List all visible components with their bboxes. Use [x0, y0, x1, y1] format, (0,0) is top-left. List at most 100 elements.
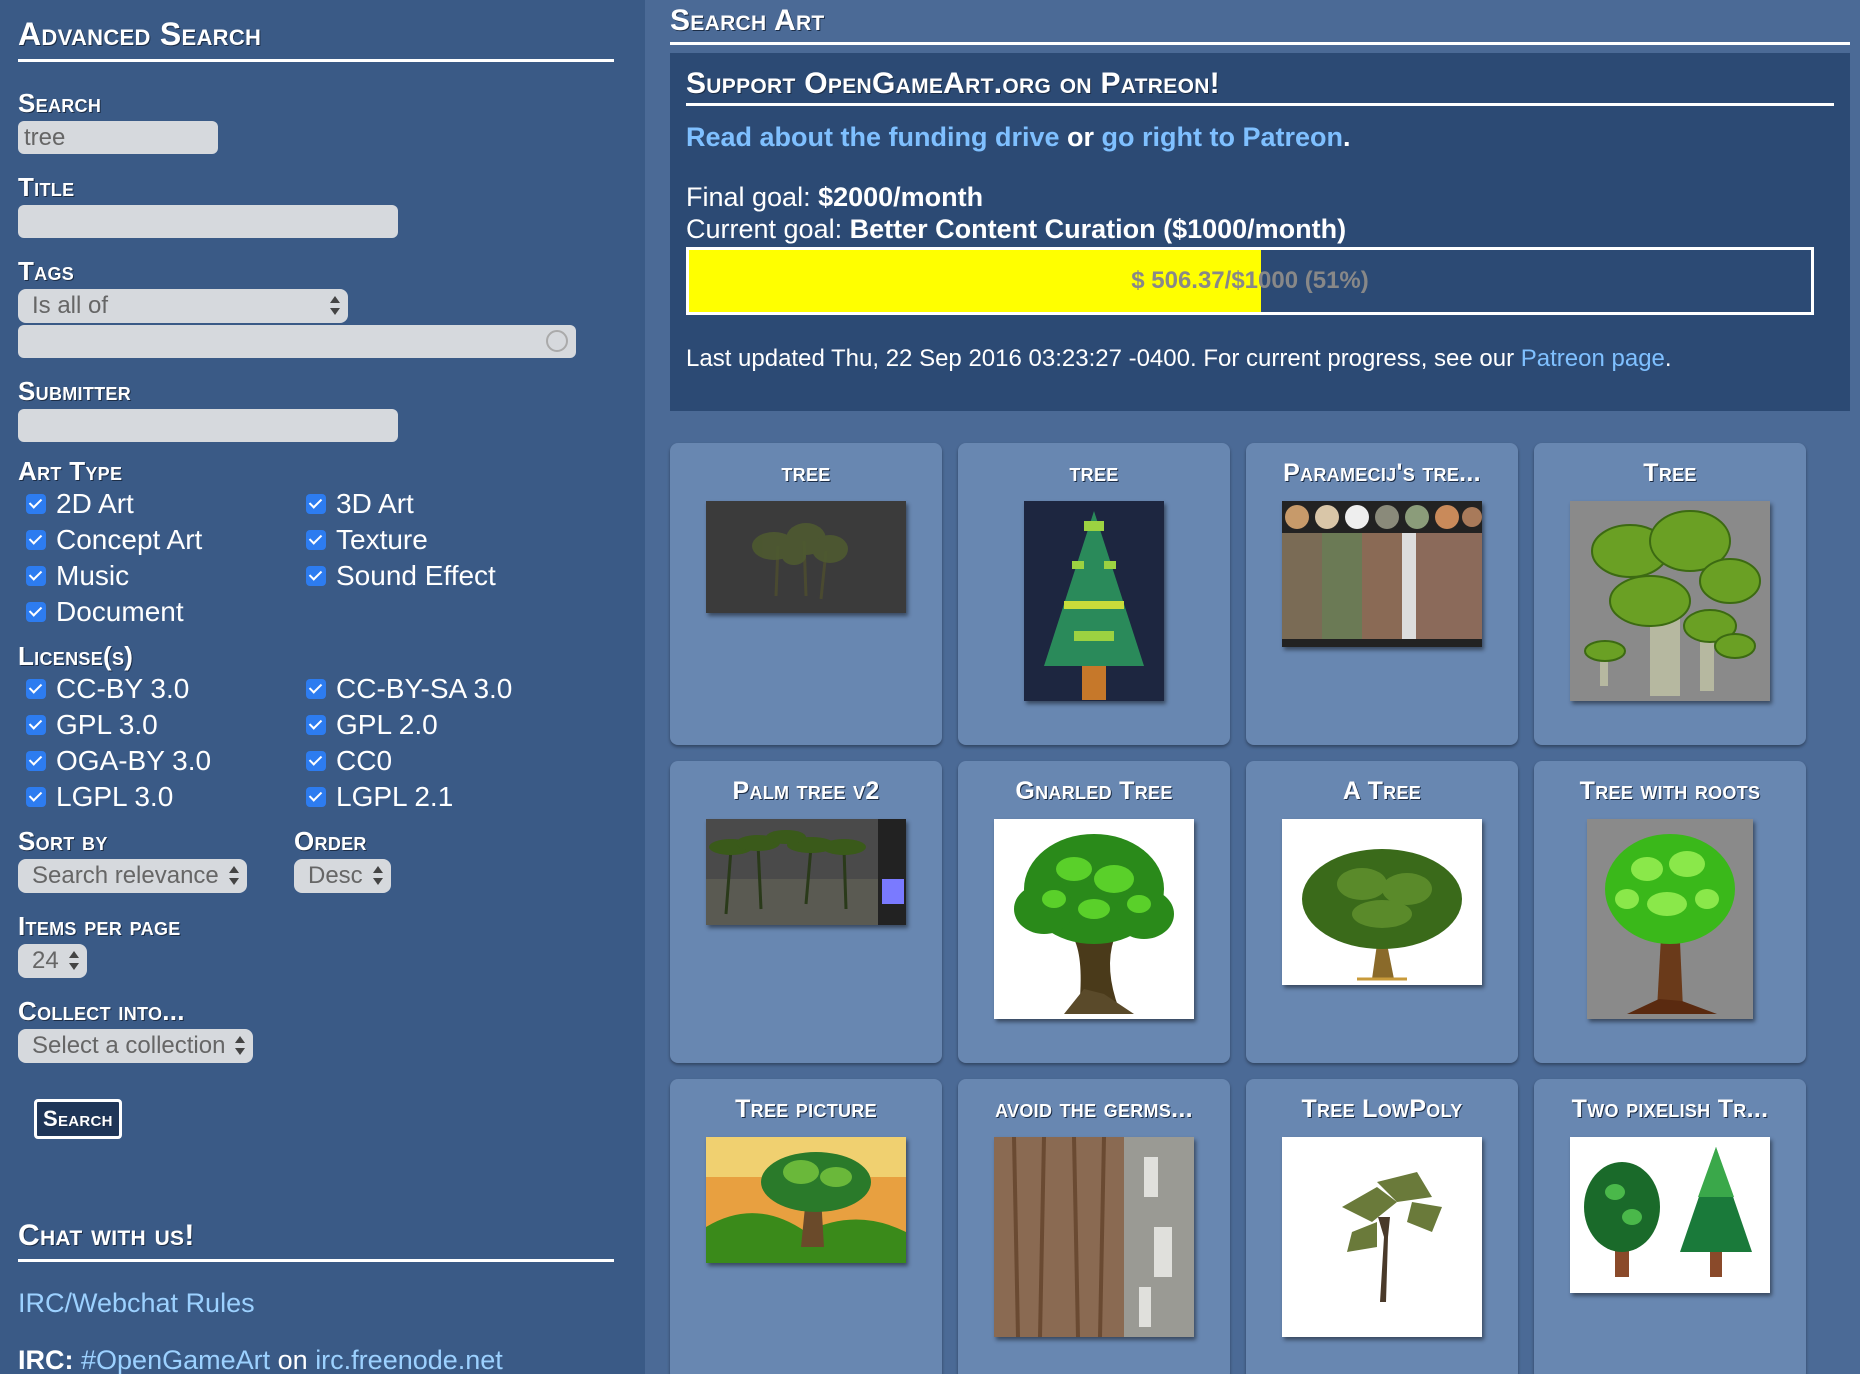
tags-label: Tags — [18, 256, 75, 286]
tags-input[interactable] — [18, 325, 576, 358]
result-thumbnail[interactable] — [1570, 501, 1770, 701]
irc-server-link[interactable]: irc.freenode.net — [315, 1345, 503, 1374]
checked-checkbox-icon[interactable] — [306, 530, 326, 550]
patreon-link[interactable]: go right to Patreon — [1102, 122, 1343, 152]
result-title[interactable]: Tree with roots — [1534, 777, 1806, 811]
license-option-label: GPL 2.0 — [336, 709, 438, 740]
two-pixel-trees-image — [1570, 1137, 1770, 1293]
checked-checkbox-icon[interactable] — [26, 530, 46, 550]
order-group: Order Desc — [294, 826, 391, 893]
palm-scene-image — [706, 819, 906, 925]
result-card[interactable]: Tree with roots — [1534, 761, 1806, 1063]
result-title[interactable]: Tree — [1534, 459, 1806, 493]
result-card[interactable]: Tree LowPoly — [1246, 1079, 1518, 1374]
license-option-label: CC-BY 3.0 — [56, 673, 190, 704]
result-card[interactable]: Two pixelish Tr... — [1534, 1079, 1806, 1374]
result-thumbnail[interactable] — [1570, 1137, 1770, 1293]
select-arrows-icon — [68, 948, 79, 974]
result-card[interactable]: A Tree — [1246, 761, 1518, 1063]
art-type-option-label: 3D Art — [336, 488, 414, 519]
checked-checkbox-icon[interactable] — [26, 751, 46, 771]
tags-operator-select[interactable]: Is all of — [18, 289, 348, 323]
result-title[interactable]: Tree LowPoly — [1246, 1095, 1518, 1129]
result-card[interactable]: avoid the germs... — [958, 1079, 1230, 1374]
license-option-label: GPL 3.0 — [56, 709, 158, 740]
order-select[interactable]: Desc — [294, 859, 391, 893]
checked-checkbox-icon[interactable] — [306, 679, 326, 699]
checked-checkbox-icon[interactable] — [26, 715, 46, 735]
result-title[interactable]: avoid the germs... — [958, 1095, 1230, 1129]
art-type-checkbox-document[interactable]: Document — [18, 596, 298, 627]
checked-checkbox-icon[interactable] — [306, 566, 326, 586]
art-type-checkbox-sound-effect[interactable]: Sound Effect — [298, 560, 578, 591]
license-checkbox-lgpl-2-1[interactable]: LGPL 2.1 — [298, 781, 578, 812]
items-per-page-select[interactable]: 24 — [18, 944, 87, 978]
license-checkbox-cc-by-3-0[interactable]: CC-BY 3.0 — [18, 673, 298, 704]
result-thumbnail[interactable] — [994, 819, 1194, 1019]
page-title: Search Art — [670, 4, 1850, 45]
result-title[interactable]: Two pixelish Tr... — [1534, 1095, 1806, 1129]
result-card[interactable]: Paramecij's tre... — [1246, 443, 1518, 745]
result-card[interactable]: tree — [670, 443, 942, 745]
submitter-input[interactable] — [18, 409, 398, 442]
funding-drive-link[interactable]: Read about the funding drive — [686, 122, 1060, 152]
art-type-checkbox-music[interactable]: Music — [18, 560, 298, 591]
license-checkbox-cc-by-sa-3-0[interactable]: CC-BY-SA 3.0 — [298, 673, 578, 704]
title-input[interactable] — [18, 205, 398, 238]
or-text: or — [1067, 122, 1095, 152]
pixel-pine-image — [1024, 501, 1164, 701]
art-type-checkbox-texture[interactable]: Texture — [298, 524, 578, 555]
result-title[interactable]: Palm tree v2 — [670, 777, 942, 811]
result-thumbnail[interactable] — [1282, 819, 1482, 985]
result-thumbnail[interactable] — [706, 501, 906, 613]
result-card[interactable]: Tree — [1534, 443, 1806, 745]
checked-checkbox-icon[interactable] — [306, 787, 326, 807]
license-checkbox-oga-by-3-0[interactable]: OGA-BY 3.0 — [18, 745, 298, 776]
result-title[interactable]: Paramecij's tre... — [1246, 459, 1518, 493]
irc-channel-link[interactable]: #OpenGameArt — [81, 1345, 270, 1374]
sort-by-select[interactable]: Search relevance — [18, 859, 247, 893]
result-thumbnail[interactable] — [994, 1137, 1194, 1337]
art-type-checkbox-2d-art[interactable]: 2D Art — [18, 488, 298, 519]
result-thumbnail[interactable] — [1282, 501, 1482, 647]
art-type-checkbox-concept-art[interactable]: Concept Art — [18, 524, 298, 555]
license-checkbox-lgpl-3-0[interactable]: LGPL 3.0 — [18, 781, 298, 812]
checked-checkbox-icon[interactable] — [26, 566, 46, 586]
result-thumbnail[interactable] — [1587, 819, 1753, 1019]
round-tree-image — [1282, 819, 1482, 985]
result-card[interactable]: Gnarled Tree — [958, 761, 1230, 1063]
last-updated-text: Last updated Thu, 22 Sep 2016 03:23:27 -… — [686, 345, 1515, 372]
result-thumbnail[interactable] — [1024, 501, 1164, 701]
result-thumbnail[interactable] — [706, 1137, 906, 1263]
checked-checkbox-icon[interactable] — [26, 679, 46, 699]
search-input[interactable]: tree — [18, 121, 218, 154]
checked-checkbox-icon[interactable] — [306, 751, 326, 771]
checked-checkbox-icon[interactable] — [306, 494, 326, 514]
result-title[interactable]: tree — [958, 459, 1230, 493]
search-button[interactable]: Search — [34, 1099, 122, 1139]
license-checkbox-cc0[interactable]: CC0 — [298, 745, 578, 776]
checked-checkbox-icon[interactable] — [26, 494, 46, 514]
result-title[interactable]: tree — [670, 459, 942, 493]
result-card[interactable]: Tree picture — [670, 1079, 942, 1374]
checked-checkbox-icon[interactable] — [26, 602, 46, 622]
patreon-page-link[interactable]: Patreon page — [1521, 345, 1665, 372]
license-checkbox-gpl-3-0[interactable]: GPL 3.0 — [18, 709, 298, 740]
checked-checkbox-icon[interactable] — [26, 787, 46, 807]
result-card[interactable]: tree — [958, 443, 1230, 745]
result-title[interactable]: Gnarled Tree — [958, 777, 1230, 811]
result-card[interactable]: Palm tree v2 — [670, 761, 942, 1063]
art-type-option-label: 2D Art — [56, 488, 134, 519]
checked-checkbox-icon[interactable] — [306, 715, 326, 735]
result-title[interactable]: A Tree — [1246, 777, 1518, 811]
art-type-checkbox-3d-art[interactable]: 3D Art — [298, 488, 578, 519]
tree-roots-image — [1587, 819, 1753, 1019]
result-thumbnail[interactable] — [1282, 1137, 1482, 1337]
license-checkbox-gpl-2-0[interactable]: GPL 2.0 — [298, 709, 578, 740]
irc-rules-link[interactable]: IRC/Webchat Rules — [18, 1288, 255, 1318]
result-title[interactable]: Tree picture — [670, 1095, 942, 1129]
sidebar-title: Advanced Search — [18, 16, 614, 62]
result-thumbnail[interactable] — [706, 819, 906, 925]
search-label: Search — [18, 88, 102, 118]
collect-into-select[interactable]: Select a collection — [18, 1029, 254, 1063]
